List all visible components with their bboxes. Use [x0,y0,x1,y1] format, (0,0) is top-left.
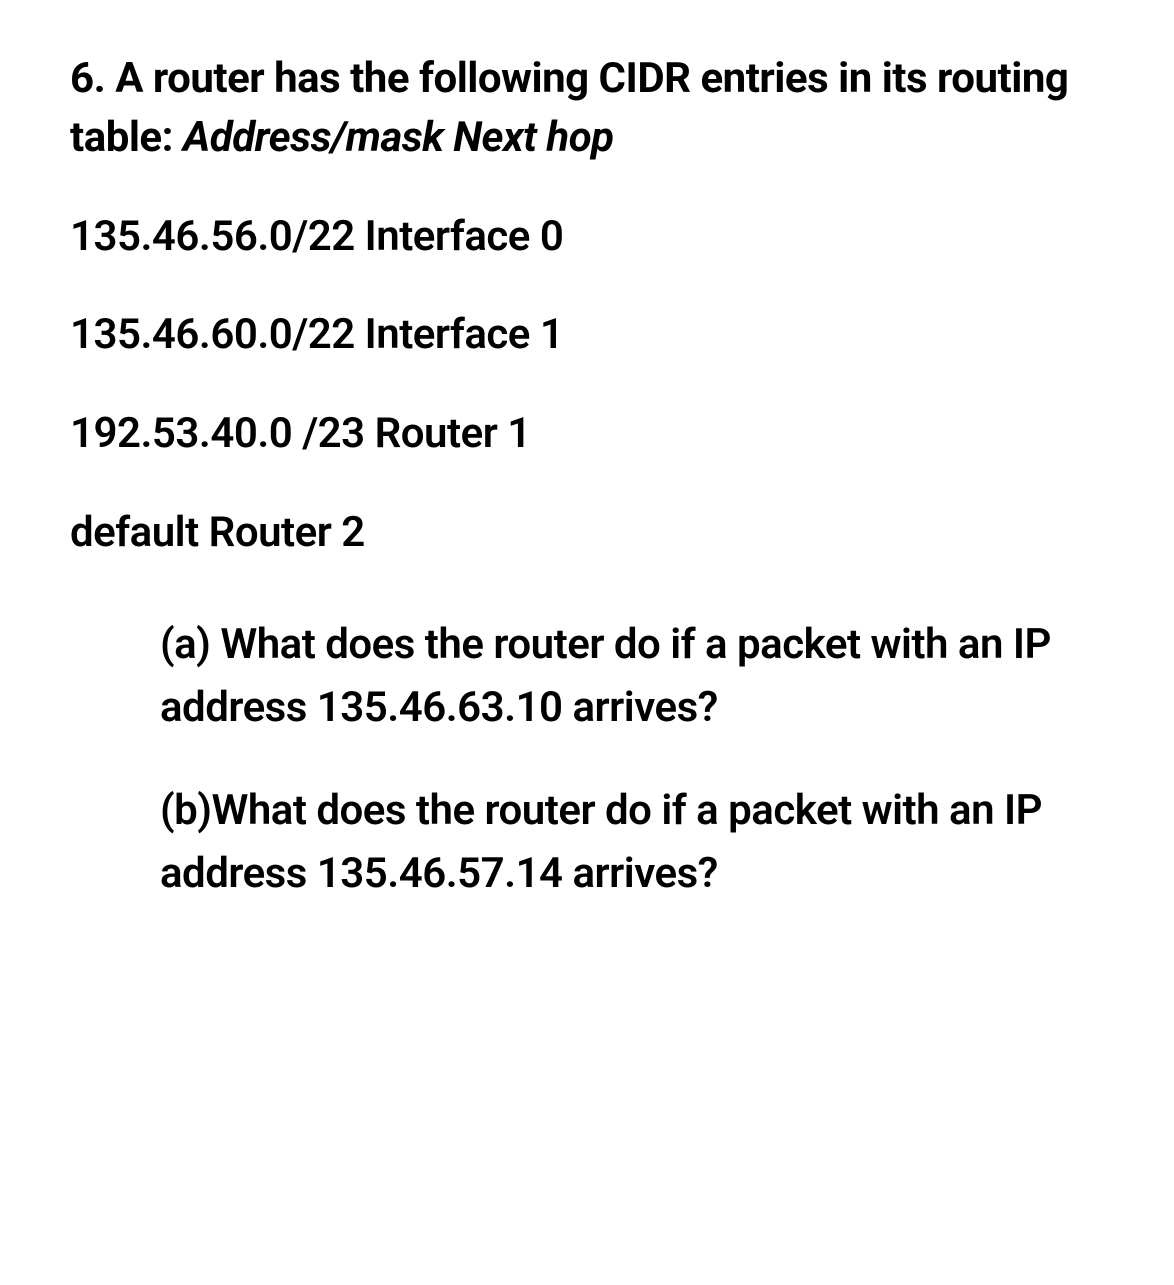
sub-question-b: (b)What does the router do if a packet w… [160,779,1104,905]
question-number: 6. [70,54,105,103]
question-intro-italic: Address/mask Next hop [183,113,614,162]
routing-entry-3: default Router 2 [70,504,1104,563]
question-header: 6. A router has the following CIDR entri… [70,50,1104,168]
routing-entry-0: 135.46.56.0/22 Interface 0 [70,208,1104,267]
routing-entry-2: 192.53.40.0 /23 Router 1 [70,405,1104,464]
sub-questions-container: (a) What does the router do if a packet … [70,613,1104,905]
sub-question-a: (a) What does the router do if a packet … [160,613,1104,739]
routing-entry-1: 135.46.60.0/22 Interface 1 [70,306,1104,365]
